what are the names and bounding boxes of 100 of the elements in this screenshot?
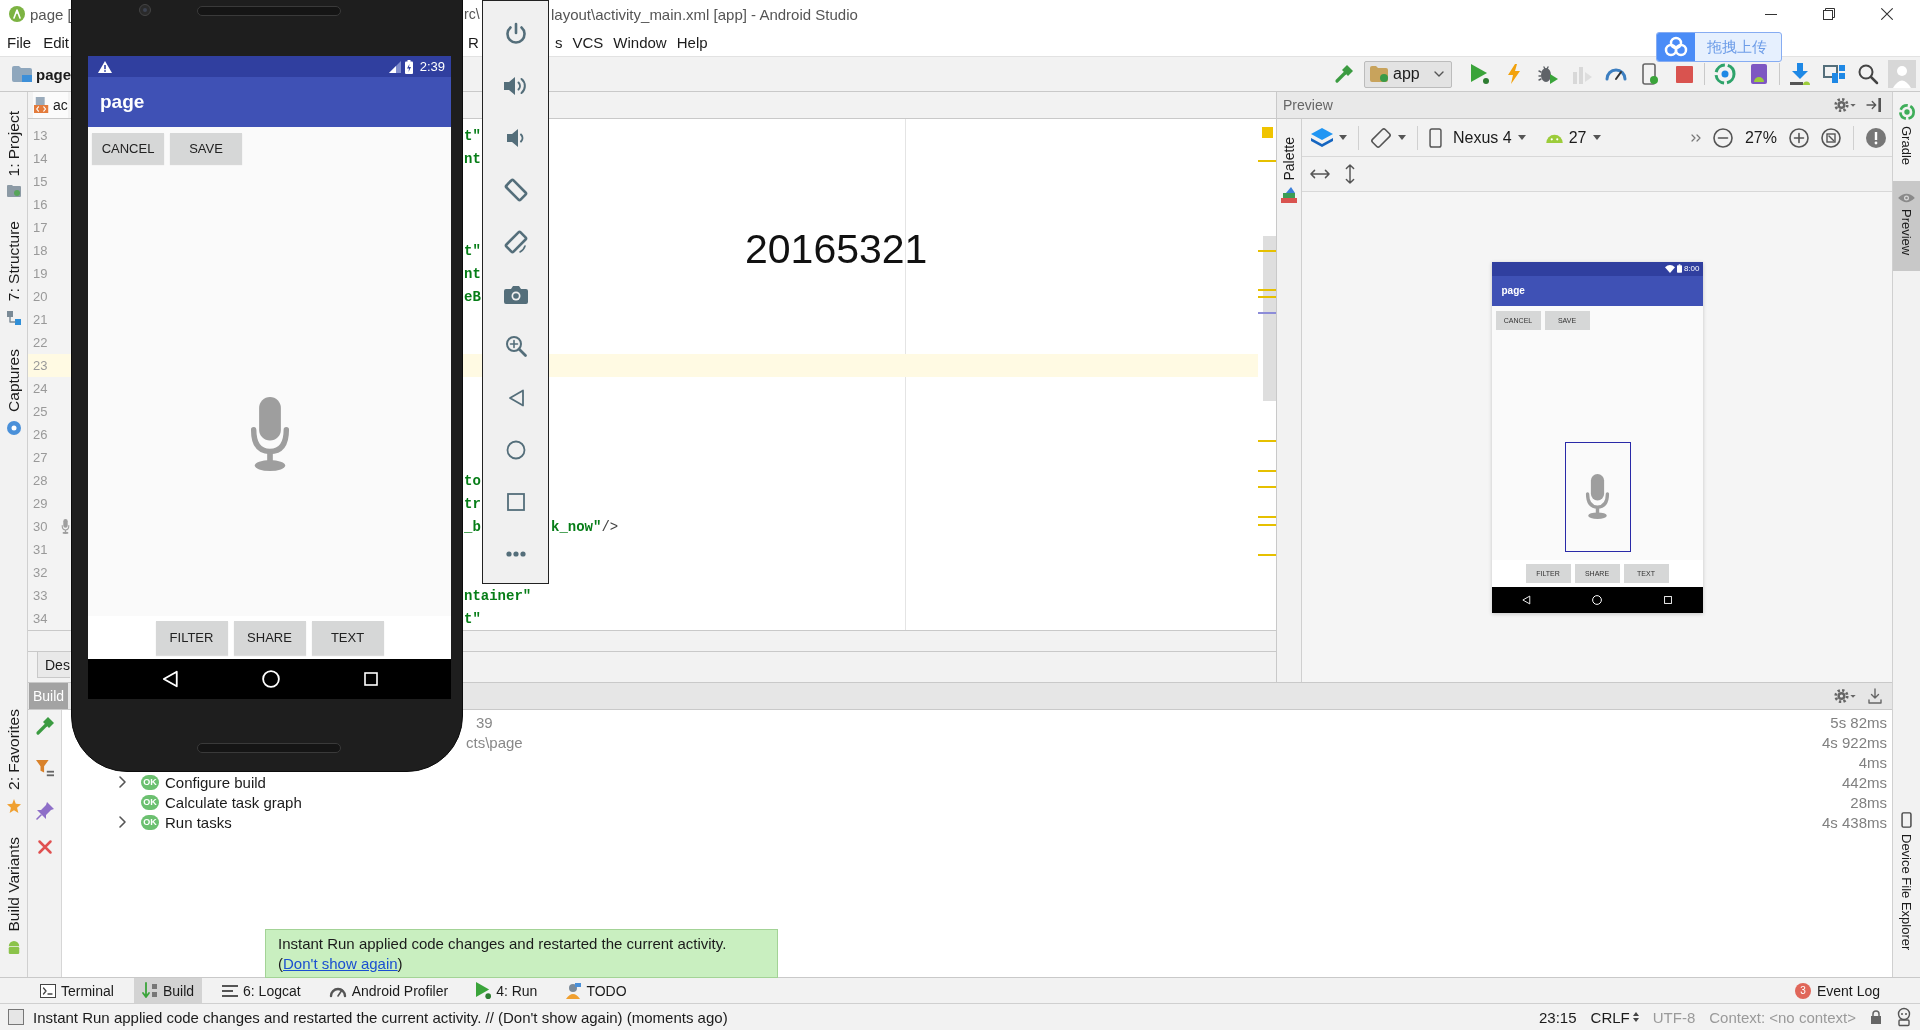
api-level-dropdown[interactable]: 27: [1544, 122, 1602, 153]
filter-icon[interactable]: [35, 760, 54, 778]
file-tab[interactable]: ac: [33, 92, 68, 118]
speaker-grille-icon: [197, 6, 341, 16]
chevron-right-icon[interactable]: [119, 816, 126, 828]
caret-position[interactable]: 23:15: [1539, 1008, 1577, 1026]
search-icon: [1858, 64, 1878, 84]
play-icon: [1471, 64, 1489, 84]
notification-message: Instant Run applied code changes and restarted the current activity.: [278, 934, 728, 954]
stripe-marker-icon[interactable]: [1258, 470, 1276, 472]
menu-item[interactable]: File: [1, 30, 38, 54]
volume-down-icon: [507, 128, 524, 148]
tool-window-button[interactable]: 7: Structure: [0, 209, 27, 337]
settings-icon[interactable]: [1834, 688, 1856, 704]
stripe-marker-icon[interactable]: [1258, 486, 1276, 488]
app-button[interactable]: SHARE: [233, 620, 306, 655]
menu-item[interactable]: R: [463, 30, 481, 54]
tool-window-tab[interactable]: Terminal: [32, 978, 122, 1003]
app-button[interactable]: SAVE: [170, 133, 242, 164]
palette-icon: [1281, 186, 1297, 203]
tool-window-button[interactable]: Build Variants: [0, 824, 27, 966]
tool-window-button[interactable]: Device File Explorer: [1893, 799, 1920, 966]
tool-window-tab[interactable]: TODO: [557, 978, 635, 1003]
device-dropdown[interactable]: Nexus 4: [1428, 122, 1527, 153]
tool-window-button[interactable]: Gradle: [1893, 92, 1920, 182]
project-breadcrumb[interactable]: page: [12, 61, 71, 87]
event-log-button[interactable]: 3 Event Log: [1794, 982, 1880, 999]
line-separator-selector[interactable]: CRLF: [1590, 1008, 1639, 1026]
stripe-marker-icon[interactable]: [1258, 289, 1276, 291]
stripe-marker-icon[interactable]: [1258, 250, 1276, 252]
app-button[interactable]: CANCEL: [92, 133, 164, 164]
menu-item[interactable]: Help: [671, 30, 713, 54]
tool-window-tab[interactable]: Android Profiler: [320, 978, 457, 1003]
success-badge: OK: [141, 814, 159, 830]
line-number: 21: [33, 312, 48, 327]
zoom-in-icon: [504, 335, 527, 357]
download-icon[interactable]: [1868, 688, 1882, 704]
warning-icon[interactable]: [1866, 127, 1886, 148]
folder-grid-icon: [1823, 65, 1845, 83]
image-view-frame[interactable]: [1564, 441, 1631, 552]
build-step-label[interactable]: 39: [476, 713, 493, 731]
line-number: 34: [33, 611, 48, 626]
success-badge: OK: [141, 774, 159, 790]
tool-window-button[interactable]: Preview: [1893, 181, 1920, 272]
stop-icon: [1675, 65, 1693, 83]
restore-icon: [1823, 8, 1835, 20]
build-step-label[interactable]: Calculate task graph: [165, 793, 302, 811]
zoom-fit-icon[interactable]: [1821, 127, 1841, 148]
dont-show-again-link[interactable]: Don't show again: [283, 955, 398, 972]
tool-window-tab[interactable]: 6: Logcat: [214, 978, 309, 1003]
app-button[interactable]: TEXT: [311, 620, 384, 655]
tool-window-button[interactable]: Captures: [0, 336, 27, 447]
stripe-marker-icon[interactable]: [1258, 524, 1276, 526]
stripe-marker-icon[interactable]: [1258, 516, 1276, 518]
home-icon[interactable]: [261, 670, 280, 688]
line-number: 17: [33, 220, 48, 235]
caret-icon: [1339, 135, 1347, 140]
robot-face-icon[interactable]: [1896, 1008, 1912, 1026]
palette-tab[interactable]: Palette: [1281, 137, 1297, 181]
hammer-icon[interactable]: [34, 716, 55, 736]
tool-window-button[interactable]: 2: Favorites: [0, 696, 27, 825]
stripe-marker-icon[interactable]: [1258, 160, 1276, 162]
build-step-duration: 4s 438ms: [1821, 813, 1888, 831]
build-step-duration: 28ms: [1850, 793, 1888, 811]
close-icon: [1881, 8, 1893, 20]
run-config-dropdown[interactable]: app: [1364, 60, 1452, 88]
double-chevron-icon[interactable]: [1690, 133, 1701, 142]
build-step-label[interactable]: cts\page: [466, 733, 523, 751]
menu-item[interactable]: s: [550, 30, 568, 54]
recents-icon[interactable]: [363, 672, 378, 686]
build-step-label[interactable]: Configure build: [165, 773, 266, 791]
menu-item[interactable]: Window: [608, 30, 672, 54]
settings-icon[interactable]: [1834, 97, 1856, 113]
tool-window-button[interactable]: 1: Project: [0, 99, 27, 210]
menu-item[interactable]: VCS: [567, 30, 609, 54]
code-file-icon: [34, 97, 50, 113]
build-step-label[interactable]: Run tasks: [165, 813, 232, 831]
tool-window-tab[interactable]: Build: [133, 978, 203, 1003]
stripe-marker-icon[interactable]: [1258, 296, 1276, 298]
design-tab[interactable]: Des: [37, 652, 70, 678]
lock-icon[interactable]: [1870, 1010, 1882, 1024]
chevron-right-icon[interactable]: [119, 776, 126, 788]
pin-icon[interactable]: [35, 802, 54, 820]
scrollbar-thumb[interactable]: [1263, 236, 1276, 401]
back-icon[interactable]: [161, 670, 178, 688]
zoom-in-icon[interactable]: [1789, 127, 1809, 148]
menu-item[interactable]: Edit: [37, 30, 76, 54]
stripe-marker-icon[interactable]: [1258, 554, 1276, 556]
horizontal-arrows-icon[interactable]: [1310, 169, 1330, 179]
app-button[interactable]: FILTER: [155, 620, 228, 655]
line-number: 29: [33, 496, 48, 511]
zoom-out-icon[interactable]: [1712, 127, 1733, 148]
stripe-marker-icon[interactable]: [1258, 440, 1276, 442]
circle-dot-icon: [6, 420, 21, 435]
vertical-arrows-icon[interactable]: [1345, 164, 1355, 184]
close-icon[interactable]: [37, 840, 52, 854]
arrow-bar-icon[interactable]: [1866, 98, 1882, 112]
tool-window-tab[interactable]: 4: Run: [468, 978, 546, 1003]
stripe-marker-icon[interactable]: [1258, 312, 1276, 314]
square-icon[interactable]: [8, 1009, 24, 1025]
